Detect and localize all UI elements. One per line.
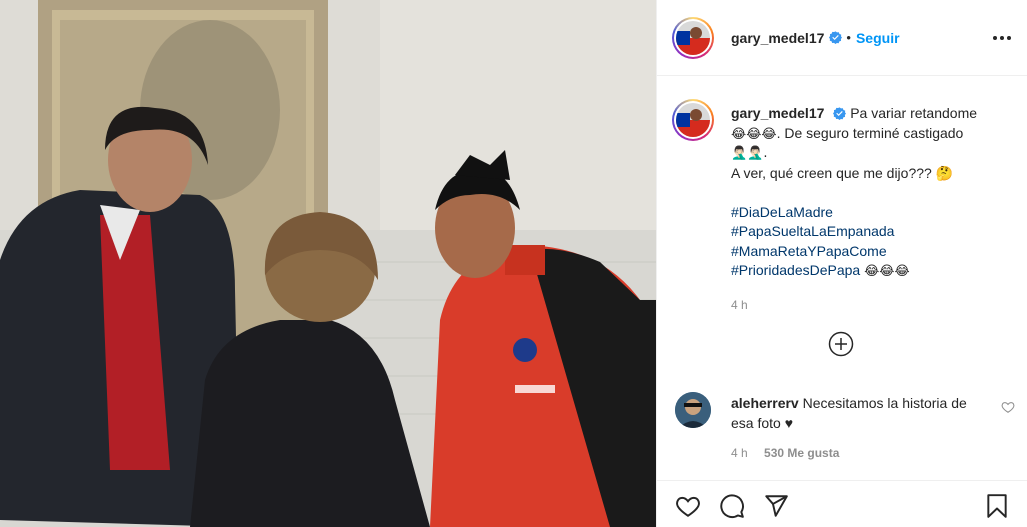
post-photo[interactable] [0,0,656,527]
follow-button[interactable]: Seguir [856,30,900,46]
caption-line-2: . De seguro terminé castigado [776,124,964,141]
caption-line-3: 🤦🏻‍♂️🤦🏻‍♂️. [731,146,768,161]
comment-icon[interactable] [719,493,745,519]
comment-text: aleherrerv Necesitamos la historia de es… [731,394,981,433]
action-bar [657,480,1027,527]
heart-icon[interactable] [675,493,701,519]
caption-text: gary_medel17 Pa variar retandome 😂😂😂. De… [731,104,1016,315]
caption-line-1: Pa variar retandome [850,105,978,121]
bookmark-icon[interactable] [984,493,1010,519]
commenter-avatar[interactable] [675,392,711,428]
caption-avatar[interactable] [672,99,714,141]
comment-timestamp[interactable]: 4 h [731,446,748,460]
caption-line-4: A ver, qué creen que me dijo??? 🤔 [731,164,954,181]
caption-emoji-2: 😂😂😂 [864,264,910,279]
comment-meta: 4 h 530 Me gusta [731,446,839,460]
commenter-username[interactable]: aleherrerv [731,395,799,411]
share-icon[interactable] [763,493,789,519]
verified-badge-icon [833,107,847,120]
comment-likes[interactable]: 530 Me gusta [764,446,839,460]
post-header: gary_medel17 • Seguir [657,0,1027,76]
comment-heart-icon[interactable] [1001,400,1015,414]
caption-timestamp[interactable]: 4 h [731,296,1016,316]
post-side-panel: gary_medel17 • Seguir gary_medel17 Pa va… [656,0,1027,527]
caption-emoji-1: 😂😂😂 [731,126,777,142]
hashtag-link[interactable]: #PapaSueltaLaEmpanada [731,222,1016,242]
hashtag-link[interactable]: #PrioridadesDePapa [731,262,860,278]
caption-username[interactable]: gary_medel17 [731,105,824,121]
post-username[interactable]: gary_medel17 [731,30,824,46]
separator-dot: • [846,30,851,45]
load-more-comments-icon[interactable] [828,331,854,357]
profile-avatar[interactable] [672,16,714,59]
hashtag-link[interactable]: #DiaDeLaMadre [731,203,1016,223]
more-options-icon[interactable] [990,26,1014,50]
verified-badge-icon [829,31,843,44]
hashtag-link[interactable]: #MamaRetaYPapaCome [731,242,1016,262]
